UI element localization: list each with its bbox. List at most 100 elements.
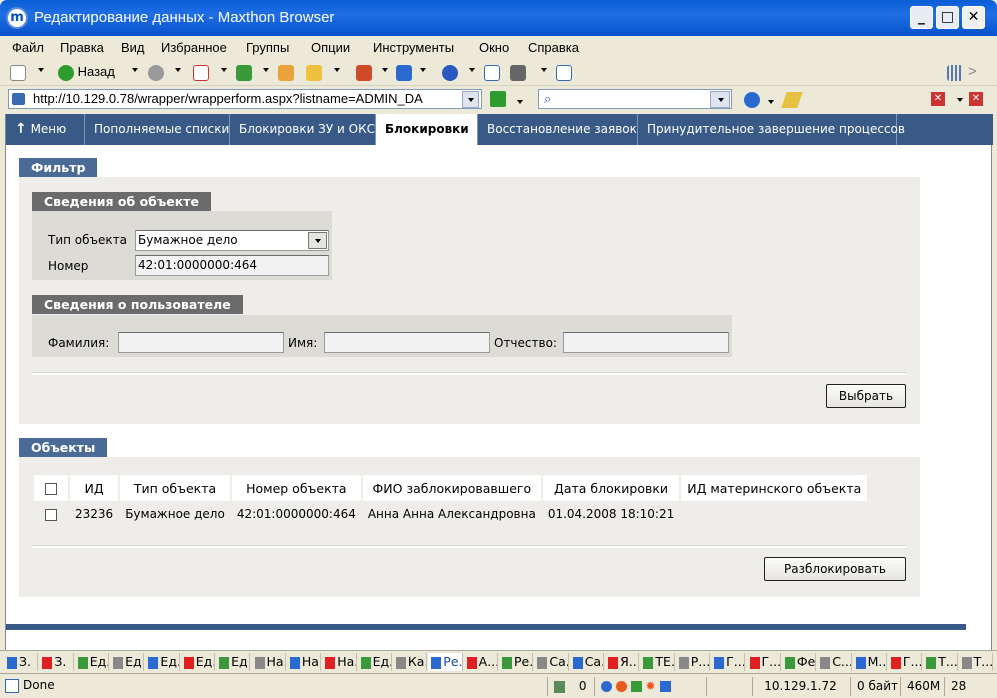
address-input[interactable]: http://10.129.0.78/wrapper/wrapperform.a… [8,89,482,109]
go-icon[interactable] [490,91,506,107]
close-tab-icon[interactable]: ✕ [931,92,945,106]
chevron-down-icon[interactable] [132,68,138,72]
task-tab[interactable]: Фе... [782,653,817,671]
task-tab[interactable]: Ед... [358,653,392,671]
menu-options[interactable]: Опции [311,40,350,55]
task-tab[interactable]: Ед... [145,653,180,671]
chevron-down-icon[interactable] [541,68,547,72]
nav-locks-zu-oks[interactable]: Блокировки ЗУ и ОКС [230,114,376,145]
chevron-down-icon[interactable] [420,68,426,72]
firstname-input[interactable] [324,332,490,353]
table-row[interactable]: 23236 Бумажное дело 42:01:0000000:464 Ан… [34,501,868,527]
nav-lists[interactable]: Пополняемые списки [85,114,230,145]
chevron-down-icon[interactable] [175,68,181,72]
snapshot-icon[interactable] [510,63,526,83]
column-header-date[interactable]: Дата блокировки [542,475,680,501]
task-tab[interactable]: ТЕ... [640,653,675,671]
back-button[interactable]: Назад [58,63,115,83]
nav-menu[interactable]: ↑ Меню [6,114,85,145]
window-icon[interactable] [556,63,572,83]
task-tab[interactable]: М... [853,653,887,671]
menu-window[interactable]: Окно [479,40,509,55]
task-tab[interactable]: Ре... [428,653,463,671]
popup-counter[interactable]: 0 [547,677,592,696]
task-tab[interactable]: Г... [747,653,781,671]
task-tab[interactable]: Ка... [393,653,428,671]
menu-tools[interactable]: Инструменты [373,40,454,55]
task-tab[interactable]: Р... [676,653,711,671]
task-tab[interactable]: Ед... [216,653,251,671]
chevron-down-icon[interactable] [517,100,523,104]
task-tab[interactable]: Ед... [181,653,216,671]
menu-help[interactable]: Справка [528,40,579,55]
open-folder-icon[interactable] [306,63,322,83]
task-tab[interactable]: Ре... [499,653,534,671]
chevron-down-icon[interactable] [221,68,227,72]
task-tab[interactable]: Г... [711,653,746,671]
menu-edit[interactable]: Правка [60,40,104,55]
task-tab[interactable]: На... [252,653,286,671]
task-tab[interactable]: З. [4,653,39,671]
highlighter-icon[interactable] [781,92,803,108]
stop-icon[interactable] [193,63,209,83]
task-tab[interactable]: Г... [888,653,923,671]
search-dropdown-button[interactable] [710,91,730,108]
chevron-down-icon[interactable] [38,68,44,72]
menu-view[interactable]: Вид [121,40,145,55]
dropdown-arrow-icon[interactable] [308,232,327,249]
column-header-parent-id[interactable]: ИД материнского объекта [681,475,868,501]
lastname-input[interactable] [118,332,284,353]
globe-icon[interactable] [744,92,760,108]
column-header-number[interactable]: Номер объекта [231,475,361,501]
select-all-checkbox[interactable] [45,483,57,495]
column-header-type[interactable]: Тип объекта [120,475,230,501]
close-button[interactable]: ✕ [962,6,985,29]
refresh-icon[interactable] [236,63,252,83]
minimize-button[interactable]: _ [910,6,933,29]
chevron-down-icon[interactable] [263,68,269,72]
address-dropdown-button[interactable] [462,91,479,108]
task-tab[interactable]: С... [817,653,852,671]
task-tab[interactable]: Са... [534,653,569,671]
middlename-input[interactable] [563,332,729,353]
chevron-down-icon[interactable] [334,68,340,72]
task-tab[interactable]: Ед... [110,653,145,671]
search-input[interactable] [538,89,732,109]
task-tab[interactable]: З. [39,653,74,671]
task-tab[interactable]: На... [287,653,322,671]
grid-icon[interactable] [947,63,963,83]
chevron-down-icon[interactable] [469,68,475,72]
task-tab[interactable]: На... [322,653,357,671]
select-button[interactable]: Выбрать [826,384,906,408]
task-tab[interactable]: А... [464,653,498,671]
groups-icon[interactable] [356,63,372,83]
forward-icon[interactable] [148,63,164,83]
row-checkbox[interactable] [45,508,57,521]
task-tab[interactable]: Я... [605,653,640,671]
menu-favorites[interactable]: Избранное [161,40,227,55]
chevron-down-icon[interactable] [957,98,963,102]
column-header-id[interactable]: ИД [70,475,119,501]
tree-icon[interactable] [396,63,412,83]
new-page-icon[interactable] [10,63,26,83]
nav-locks[interactable]: Блокировки [376,114,478,145]
task-tab[interactable]: Т... [923,653,958,671]
object-type-select[interactable]: Бумажное дело [135,230,329,251]
maximize-button[interactable]: □ [936,6,959,29]
undo-icon[interactable] [442,63,458,83]
chevron-down-icon[interactable] [768,100,774,104]
menu-groups[interactable]: Группы [246,40,289,55]
nav-force-finish[interactable]: Принудительное завершение процессов [638,114,905,145]
task-tab[interactable]: Са... [570,653,605,671]
chevron-down-icon[interactable] [382,68,388,72]
number-input[interactable]: 42:01:0000000:464 [135,255,329,276]
task-tab[interactable]: Т... [959,653,993,671]
task-tab[interactable]: Ед... [75,653,110,671]
column-header-fio[interactable]: ФИО заблокировавшего [362,475,541,501]
close-all-icon[interactable]: ✕ [969,92,983,106]
title-bar[interactable]: m Редактирование данных - Maxthon Browse… [0,0,997,36]
menu-file[interactable]: Файл [12,40,44,55]
unlock-button[interactable]: Разблокировать [764,557,906,581]
nav-restore-requests[interactable]: Восстановление заявок [478,114,638,145]
status-icons[interactable]: ✹ [594,677,704,696]
